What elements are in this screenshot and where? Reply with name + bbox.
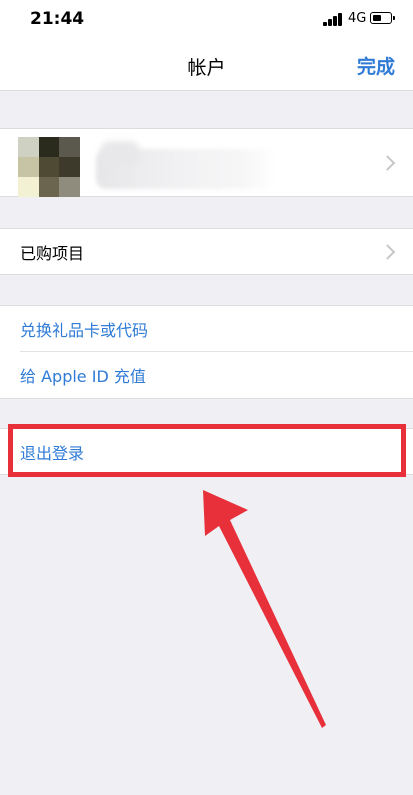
page-title: 帐户 xyxy=(187,57,226,79)
redeem-gift-card-row[interactable]: 兑换礼品卡或代码 xyxy=(0,306,413,352)
navigation-bar: 帐户 完成 xyxy=(0,38,413,91)
avatar-pixel xyxy=(38,157,60,177)
chevron-right-icon xyxy=(379,154,396,171)
account-name-blurred xyxy=(96,149,276,189)
purchased-items-row[interactable]: 已购项目 xyxy=(0,229,413,275)
avatar-pixel xyxy=(59,157,80,177)
purchased-group: 已购项目 xyxy=(0,228,413,275)
avatar-pixel xyxy=(59,177,80,197)
annotation-highlight-box xyxy=(8,424,406,477)
avatar xyxy=(18,137,80,197)
status-time: 21:44 xyxy=(30,9,85,29)
cellular-signal-icon xyxy=(323,13,345,26)
profile-row[interactable] xyxy=(0,128,413,197)
funds-group: 兑换礼品卡或代码 给 Apple ID 充值 xyxy=(0,305,413,399)
avatar-pixel xyxy=(38,137,60,157)
status-bar: 21:44 4G xyxy=(0,0,413,38)
add-funds-label: 给 Apple ID 充值 xyxy=(20,367,146,386)
purchased-items-label: 已购项目 xyxy=(20,244,85,263)
avatar-pixel xyxy=(59,137,80,157)
add-funds-row[interactable]: 给 Apple ID 充值 xyxy=(0,352,413,398)
avatar-pixel xyxy=(18,157,39,177)
network-type: 4G xyxy=(348,11,367,26)
done-button[interactable]: 完成 xyxy=(357,52,395,79)
avatar-pixel xyxy=(38,177,60,197)
avatar-pixel xyxy=(18,137,39,157)
redeem-gift-card-label: 兑换礼品卡或代码 xyxy=(20,321,149,340)
chevron-right-icon xyxy=(379,244,396,260)
battery-icon xyxy=(370,12,395,24)
avatar-pixel xyxy=(18,177,39,197)
